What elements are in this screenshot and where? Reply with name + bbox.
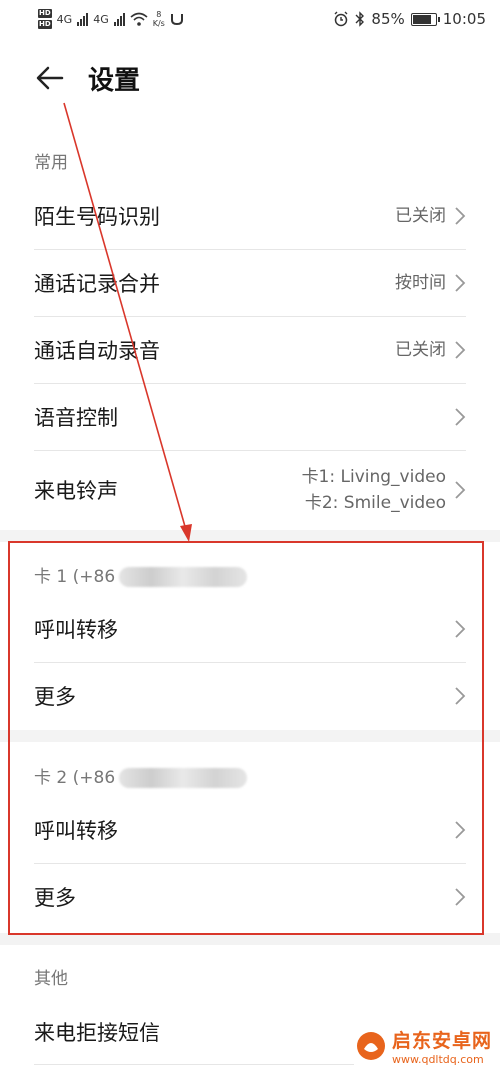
- divider: [34, 1064, 354, 1065]
- watermark-url: www.qdltdq.com: [391, 1053, 484, 1066]
- watermark-logo-icon: [356, 1032, 385, 1060]
- clock: 10:05: [442, 10, 486, 28]
- setting-right: [454, 407, 466, 427]
- alarm-icon: [334, 11, 348, 27]
- setting-reject-call-sms[interactable]: 来电拒接短信: [34, 1000, 354, 1064]
- setting-call-log-merge[interactable]: 通话记录合并 按时间: [34, 251, 466, 315]
- divider: [34, 450, 466, 451]
- speed-unit: K/s: [152, 19, 165, 28]
- setting-right: 按时间: [395, 270, 466, 296]
- setting-right: 卡1: Living_video 卡2: Smile_video: [302, 464, 466, 516]
- setting-value: 已关闭: [395, 206, 446, 226]
- divider: [34, 249, 466, 250]
- wifi-icon: [130, 12, 148, 26]
- ringtone-card2: 卡2: Smile_video: [304, 493, 446, 513]
- setting-unknown-number-identification[interactable]: 陌生号码识别 已关闭: [34, 184, 466, 248]
- network-type-2: 4G: [93, 12, 109, 26]
- status-left: HD HD 4G 4G 8 K/s: [38, 8, 184, 30]
- setting-value: 已关闭: [395, 340, 446, 360]
- setting-label: 语音控制: [34, 406, 118, 430]
- signal-icon-1: [77, 12, 89, 26]
- page-title: 设置: [88, 65, 141, 96]
- status-right: 85% 10:05: [333, 10, 486, 28]
- signal-icon-2: [113, 12, 125, 26]
- back-button[interactable]: [22, 50, 78, 106]
- watermark-title: 启东安卓网: [391, 1030, 492, 1052]
- ringtone-values: 卡1: Living_video 卡2: Smile_video: [302, 464, 446, 516]
- setting-value: 按时间: [395, 273, 446, 293]
- annotation-highlight-box: [8, 541, 484, 935]
- chevron-right-icon: [455, 207, 466, 225]
- network-speed: 8 K/s: [153, 10, 165, 28]
- chevron-right-icon: [455, 408, 466, 426]
- bluetooth-icon: [355, 11, 365, 27]
- hd-icon: HD HD: [38, 8, 52, 30]
- chevron-right-icon: [455, 274, 466, 292]
- network-type-1: 4G: [56, 12, 73, 26]
- battery-percent: 85%: [371, 10, 405, 28]
- setting-right: 已关闭: [395, 203, 466, 229]
- setting-voice-control[interactable]: 语音控制: [34, 385, 466, 449]
- back-arrow-icon: [36, 66, 64, 90]
- chevron-right-icon: [455, 341, 466, 359]
- battery-icon: [410, 12, 440, 26]
- setting-label: 来电铃声: [34, 479, 118, 503]
- setting-label: 来电拒接短信: [34, 1021, 160, 1045]
- status-bar: HD HD 4G 4G 8 K/s 85% 10:05: [0, 0, 500, 38]
- setting-label: 通话自动录音: [34, 339, 160, 363]
- speed-value: 8: [156, 10, 162, 19]
- watermark-text: 启东安卓网 www.qdltdq.com: [392, 1026, 492, 1066]
- watermark: 启东安卓网 www.qdltdq.com: [356, 1026, 492, 1066]
- setting-ringtone[interactable]: 来电铃声 卡1: Living_video 卡2: Smile_video: [34, 452, 466, 528]
- hd-label-1: HD: [38, 9, 52, 18]
- setting-auto-call-recording[interactable]: 通话自动录音 已关闭: [34, 318, 466, 382]
- section-label-common: 常用: [34, 153, 68, 173]
- setting-label: 陌生号码识别: [34, 205, 160, 229]
- notification-app-icon: [170, 14, 183, 26]
- battery-fill: [412, 14, 432, 24]
- section-label-other: 其他: [34, 969, 68, 989]
- chevron-right-icon: [455, 481, 466, 499]
- divider: [34, 316, 466, 317]
- divider: [34, 383, 466, 384]
- setting-right: 已关闭: [395, 337, 466, 363]
- app-header: 设置: [0, 50, 500, 106]
- ringtone-card1: 卡1: Living_video: [301, 467, 446, 487]
- setting-label: 通话记录合并: [34, 272, 160, 296]
- hd-label-2: HD: [38, 20, 52, 29]
